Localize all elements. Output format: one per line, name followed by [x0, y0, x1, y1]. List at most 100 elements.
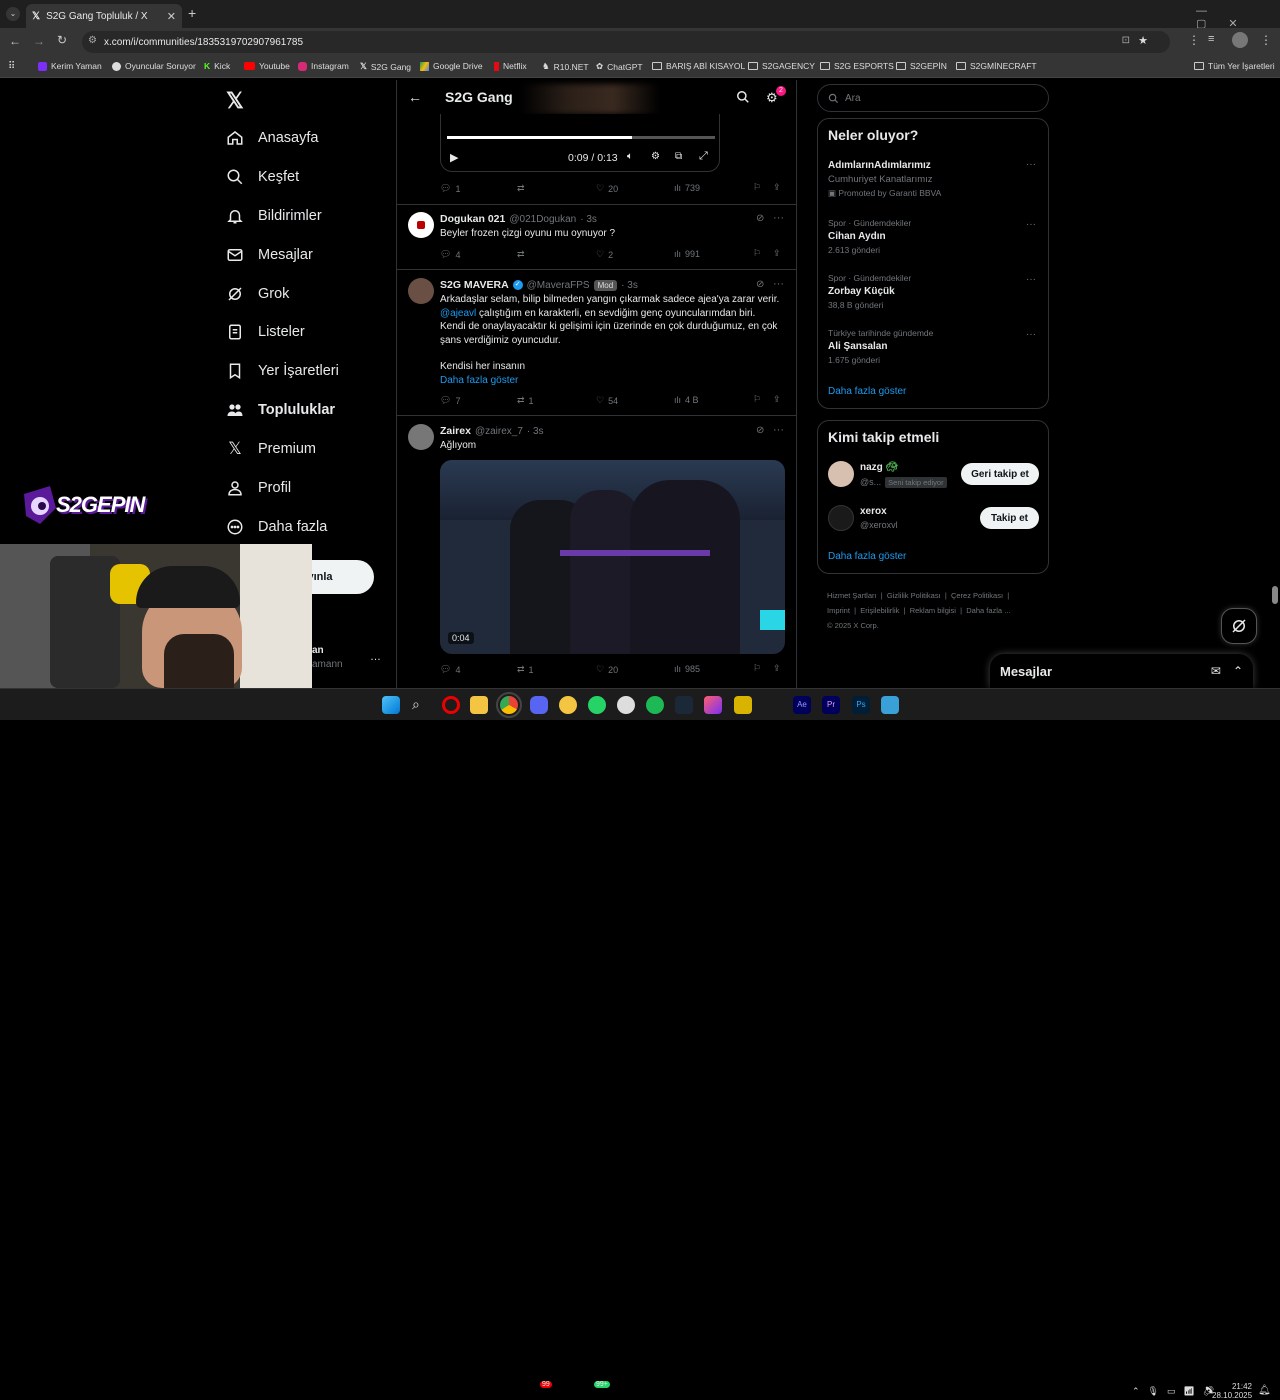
repost-button[interactable]: ⇄ 1 — [517, 395, 534, 406]
nav-home[interactable]: Anasayfa — [226, 124, 318, 152]
nav-messages[interactable]: Mesajlar — [226, 241, 313, 269]
pip-icon[interactable]: ⧉ — [675, 151, 682, 162]
spotify-icon[interactable] — [646, 696, 664, 714]
share-icon[interactable]: ⇪ — [773, 182, 781, 193]
more-dots-icon[interactable]: ··· — [773, 278, 784, 290]
browser-tab[interactable]: 𝕏 S2G Gang Topluluk / X ✕ — [26, 4, 182, 28]
fullscreen-icon[interactable]: ⤢ — [699, 150, 708, 163]
footer-link[interactable]: Gizlilik Politikası — [887, 591, 941, 600]
grok-floating-button[interactable] — [1221, 608, 1257, 644]
community-search-icon[interactable] — [736, 90, 750, 104]
trend-item[interactable]: Türkiye tarihinde gündemde Ali Şansalan … — [828, 328, 933, 365]
bookmark-star-icon[interactable]: ★ — [1138, 34, 1148, 47]
chrome-icon[interactable] — [496, 692, 522, 718]
bookmark-item[interactable]: ✿ ChatGPT — [596, 61, 643, 72]
trend-item[interactable]: Spor · Gündemdekiler Cihan Aydın 2.613 g… — [828, 218, 911, 255]
like-button[interactable]: ♡ 54 — [596, 395, 618, 406]
account-menu-dots[interactable]: … — [370, 651, 381, 663]
bookmark-item[interactable]: 𝕏 S2G Gang — [360, 61, 411, 72]
nav-lists[interactable]: Listeler — [226, 318, 305, 346]
new-tab-button[interactable]: + — [188, 5, 196, 21]
follow-user-name[interactable]: xerox — [860, 506, 887, 517]
reload-icon[interactable]: ↻ — [57, 33, 67, 47]
views-button[interactable]: ılı 985 — [674, 664, 700, 674]
video-settings-icon[interactable]: ⚙ — [651, 151, 660, 162]
trend-more-icon[interactable]: ··· — [1026, 274, 1036, 285]
chrome-menu-icon[interactable]: ⋮ — [1260, 33, 1272, 47]
footer-link[interactable]: Imprint — [827, 606, 850, 615]
video-progress-track[interactable] — [447, 136, 715, 139]
footer-link[interactable]: Erişilebilirlik — [860, 606, 899, 615]
avatar[interactable] — [828, 461, 854, 487]
bookmark-post-icon[interactable]: ⚐ — [753, 394, 761, 405]
author-handle[interactable]: @zairex_7 — [475, 426, 523, 437]
repost-button[interactable]: ⇄ — [517, 249, 529, 260]
nav-profile[interactable]: Profil — [226, 474, 291, 502]
back-icon[interactable]: ← — [9, 34, 21, 48]
share-icon[interactable]: ⇪ — [773, 394, 781, 405]
trends-show-more-link[interactable]: Daha fazla göster — [828, 386, 906, 397]
more-dots-icon[interactable]: ··· — [773, 212, 784, 224]
file-explorer-icon[interactable] — [470, 696, 488, 714]
url-bar[interactable]: ⚙ x.com/i/communities/183531970290796178… — [82, 31, 1170, 53]
reply-button[interactable]: 💬︎ 4 — [440, 664, 460, 675]
premiere-icon[interactable]: Pr — [822, 696, 840, 714]
bookmark-item[interactable]: Instagram — [298, 61, 349, 71]
search-box[interactable] — [817, 84, 1049, 112]
repost-button[interactable]: ⇄ 1 — [517, 664, 534, 675]
repost-button[interactable]: ⇄ — [517, 183, 529, 194]
grok-explain-icon[interactable]: ⊘ — [756, 213, 764, 224]
author-name[interactable]: Dogukan 021 — [440, 213, 505, 225]
grok-explain-icon[interactable]: ⊘ — [756, 279, 764, 290]
clock[interactable]: 21:42 28.10.2025 — [1212, 1382, 1252, 1400]
bookmark-folder[interactable]: S2GEPİN — [896, 61, 947, 71]
after-effects-icon[interactable]: Ae — [793, 696, 811, 714]
menu-dots-icon[interactable]: ⋮ — [1188, 33, 1200, 47]
views-button[interactable]: ılı 739 — [674, 183, 700, 193]
avatar[interactable] — [408, 212, 434, 238]
grok-explain-icon[interactable]: ⊘ — [756, 425, 764, 436]
page-scrollbar[interactable] — [1272, 586, 1278, 604]
bookmark-item[interactable]: K Kick — [204, 61, 230, 71]
nav-bookmarks[interactable]: Yer İşaretleri — [226, 357, 339, 385]
footer-link[interactable]: Reklam bilgisi — [910, 606, 956, 615]
all-bookmarks-folder[interactable]: Tüm Yer İşaretleri — [1194, 61, 1275, 71]
follow-back-button[interactable]: Geri takip et — [961, 463, 1039, 485]
messages-drawer[interactable]: Mesajlar ✉ ⌃ — [990, 654, 1253, 688]
footer-link[interactable]: Çerez Politikası — [951, 591, 1003, 600]
start-menu-icon[interactable] — [382, 696, 400, 714]
reply-button[interactable]: 💬︎ 7 — [440, 395, 460, 406]
follow-button[interactable]: Takip et — [980, 507, 1039, 529]
follow-user[interactable]: nazg 🐢︎ — [860, 462, 898, 473]
play-icon[interactable]: ▶ — [450, 151, 458, 164]
nav-communities[interactable]: Topluluklar — [226, 396, 335, 424]
whatsapp-icon[interactable] — [588, 696, 606, 714]
video-player[interactable]: ▶ 0:09 / 0:13 🔈︎ ⚙ ⧉ ⤢ — [440, 114, 720, 172]
more-dots-icon[interactable]: ··· — [773, 424, 784, 436]
notifications-icon[interactable]: 🔔︎ — [1258, 1385, 1271, 1396]
nav-grok[interactable]: Grok — [226, 280, 289, 308]
views-button[interactable]: ılı 991 — [674, 249, 700, 259]
bookmark-item[interactable]: Google Drive — [420, 61, 483, 71]
footer-link[interactable]: Hizmet Şartları — [827, 591, 877, 600]
trend-more-icon[interactable]: ··· — [1026, 159, 1036, 170]
avatar[interactable] — [408, 424, 434, 450]
views-button[interactable]: ılı 4 B — [674, 395, 699, 405]
avatar[interactable] — [408, 278, 434, 304]
trend-more-icon[interactable]: ··· — [1026, 329, 1036, 340]
window-controls[interactable]: —▢✕ — [1196, 5, 1280, 30]
bookmark-item[interactable]: Kerim Yaman — [38, 61, 102, 71]
sidebar-icon[interactable]: ≡ — [1208, 33, 1214, 45]
steam-icon[interactable] — [675, 696, 693, 714]
trend-item[interactable]: Spor · Gündemdekiler Zorbay Küçük 38,8 B… — [828, 273, 911, 310]
avatar[interactable] — [828, 505, 854, 531]
show-more-link[interactable]: Daha fazla göster — [440, 374, 790, 388]
bookmark-folder[interactable]: S2G ESPORTS — [820, 61, 894, 71]
app-icon[interactable] — [559, 696, 577, 714]
nav-notifications[interactable]: Bildirimler — [226, 202, 322, 230]
post-time[interactable]: · 3s — [621, 280, 638, 291]
bookmark-folder[interactable]: S2GMİNECRAFT — [956, 61, 1037, 71]
nav-premium[interactable]: 𝕏 Premium — [226, 435, 316, 463]
bookmark-item[interactable]: Youtube — [244, 61, 290, 71]
mention-link[interactable]: @ajeavl — [440, 308, 476, 319]
